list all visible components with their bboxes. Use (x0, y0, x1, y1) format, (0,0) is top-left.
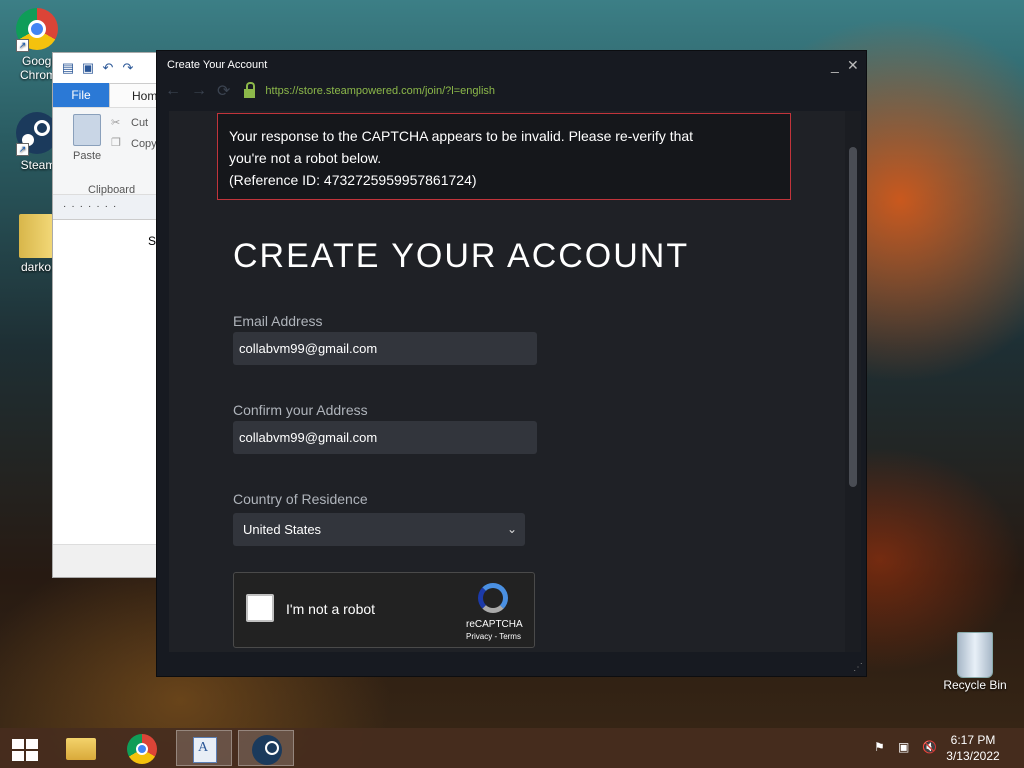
windows-logo-icon (12, 739, 38, 761)
ruler[interactable]: ······· (53, 195, 159, 220)
file-explorer-icon (66, 738, 96, 760)
desktop-icon-label: Recycle Bin (943, 678, 1007, 692)
wordpad-window[interactable]: ▤ ▣ ↶ ↷ File Hom Paste ✂ Cut ❐ Copy Clip… (52, 52, 160, 578)
chrome-icon-center (136, 743, 148, 755)
start-button[interactable] (0, 730, 56, 766)
desktop-icon-recycle-bin[interactable]: Recycle Bin (940, 632, 1010, 692)
recaptcha-logo-icon (478, 583, 508, 613)
forward-arrow-icon[interactable]: → (191, 82, 207, 100)
steam-create-account-window[interactable]: Create Your Account _ ✕ ← → ⟳ https://st… (156, 50, 867, 677)
resize-grip-icon[interactable]: ⋰ (853, 662, 863, 673)
recaptcha-widget: I'm not a robot reCAPTCHA Privacy - Term… (233, 572, 535, 648)
browser-nav-bar: ← → ⟳ https://store.steampowered.com/joi… (157, 79, 866, 103)
recaptcha-checkbox[interactable] (246, 594, 274, 622)
email-field[interactable]: collabvm99@gmail.com (233, 332, 537, 365)
shortcut-arrow-icon: ↗ (16, 143, 29, 156)
taskbar-chrome[interactable] (115, 730, 171, 766)
volume-muted-icon[interactable]: 🔇 (922, 740, 937, 754)
email-label: Email Address (233, 313, 323, 329)
folder-shape (19, 214, 53, 258)
taskbar: A ⚑ ▣ 🔇 6:17 PM 3/13/2022 (0, 728, 1024, 768)
country-select[interactable]: United States ⌄ (233, 513, 525, 546)
country-value: United States (243, 522, 322, 537)
page-title: CREATE YOUR ACCOUNT (233, 237, 690, 275)
action-center-flag-icon[interactable]: ⚑ (874, 740, 888, 754)
copy-button[interactable]: Copy (131, 138, 157, 150)
recaptcha-privacy-terms-links[interactable]: Privacy - Terms (466, 632, 521, 641)
vertical-scrollbar[interactable] (845, 111, 861, 652)
taskbar-file-explorer[interactable] (54, 730, 110, 766)
quick-access-toolbar: ▤ ▣ ↶ ↷ (53, 53, 159, 83)
clock[interactable]: 6:17 PM 3/13/2022 (938, 732, 1008, 764)
clipboard-group-label: Clipboard (88, 184, 136, 196)
confirm-email-label: Confirm your Address (233, 402, 368, 418)
captcha-error-message: Your response to the CAPTCHA appears to … (217, 113, 791, 200)
steam-icon-ring (265, 741, 279, 755)
reload-icon[interactable]: ⟳ (217, 81, 230, 101)
undo-icon[interactable]: ↶ (101, 61, 115, 75)
minimize-button[interactable]: _ (831, 51, 839, 79)
window-titlebar[interactable]: Create Your Account _ ✕ (157, 51, 866, 79)
document-text: S (148, 234, 157, 248)
chrome-icon: ↗ (16, 8, 60, 52)
recycle-bin-shape (957, 632, 993, 678)
status-bar (53, 544, 159, 577)
save-icon[interactable]: ▣ (81, 61, 95, 75)
error-line-2: you're not a robot below. (229, 150, 382, 166)
tab-file[interactable]: File (53, 83, 109, 107)
wordpad-app-icon: ▤ (61, 60, 75, 75)
ribbon: Paste ✂ Cut ❐ Copy Clipboard (53, 107, 159, 196)
recycle-bin-icon (953, 632, 997, 678)
lock-icon (244, 82, 256, 98)
url-text[interactable]: https://store.steampowered.com/join/?l=e… (265, 85, 495, 97)
tab-home[interactable]: Hom (109, 83, 159, 107)
network-icon[interactable]: ▣ (898, 740, 912, 754)
taskbar-steam[interactable] (238, 730, 294, 766)
ribbon-tabs: File Hom (53, 83, 159, 107)
clock-time: 6:17 PM (950, 733, 996, 747)
redo-icon[interactable]: ↷ (121, 61, 135, 75)
cut-icon[interactable]: ✂ (111, 116, 120, 129)
chevron-down-icon: ⌄ (506, 522, 517, 536)
wordpad-icon-letter: A (198, 740, 209, 755)
recaptcha-label: I'm not a robot (286, 601, 376, 617)
paste-icon[interactable] (73, 114, 101, 146)
paste-button[interactable]: Paste (73, 150, 101, 162)
shortcut-arrow-icon: ↗ (16, 39, 29, 52)
back-arrow-icon[interactable]: ← (165, 82, 181, 100)
document-area[interactable]: S (53, 220, 159, 520)
window-title: Create Your Account (167, 59, 268, 71)
page-content: Your response to the CAPTCHA appears to … (169, 111, 861, 652)
copy-icon[interactable]: ❐ (111, 136, 121, 149)
taskbar-wordpad[interactable]: A (176, 730, 232, 766)
system-tray: ⚑ ▣ 🔇 6:17 PM 3/13/2022 (844, 728, 1024, 768)
clock-date: 3/13/2022 (946, 749, 1000, 763)
country-label: Country of Residence (233, 491, 368, 507)
cut-button[interactable]: Cut (131, 117, 148, 129)
error-line-3: (Reference ID: 4732725959957861724) (229, 172, 477, 188)
scrollbar-thumb[interactable] (849, 147, 857, 487)
close-button[interactable]: ✕ (847, 51, 859, 79)
error-line-1: Your response to the CAPTCHA appears to … (229, 128, 694, 144)
recaptcha-brand: reCAPTCHA (466, 619, 523, 630)
confirm-email-field[interactable]: collabvm99@gmail.com (233, 421, 537, 454)
